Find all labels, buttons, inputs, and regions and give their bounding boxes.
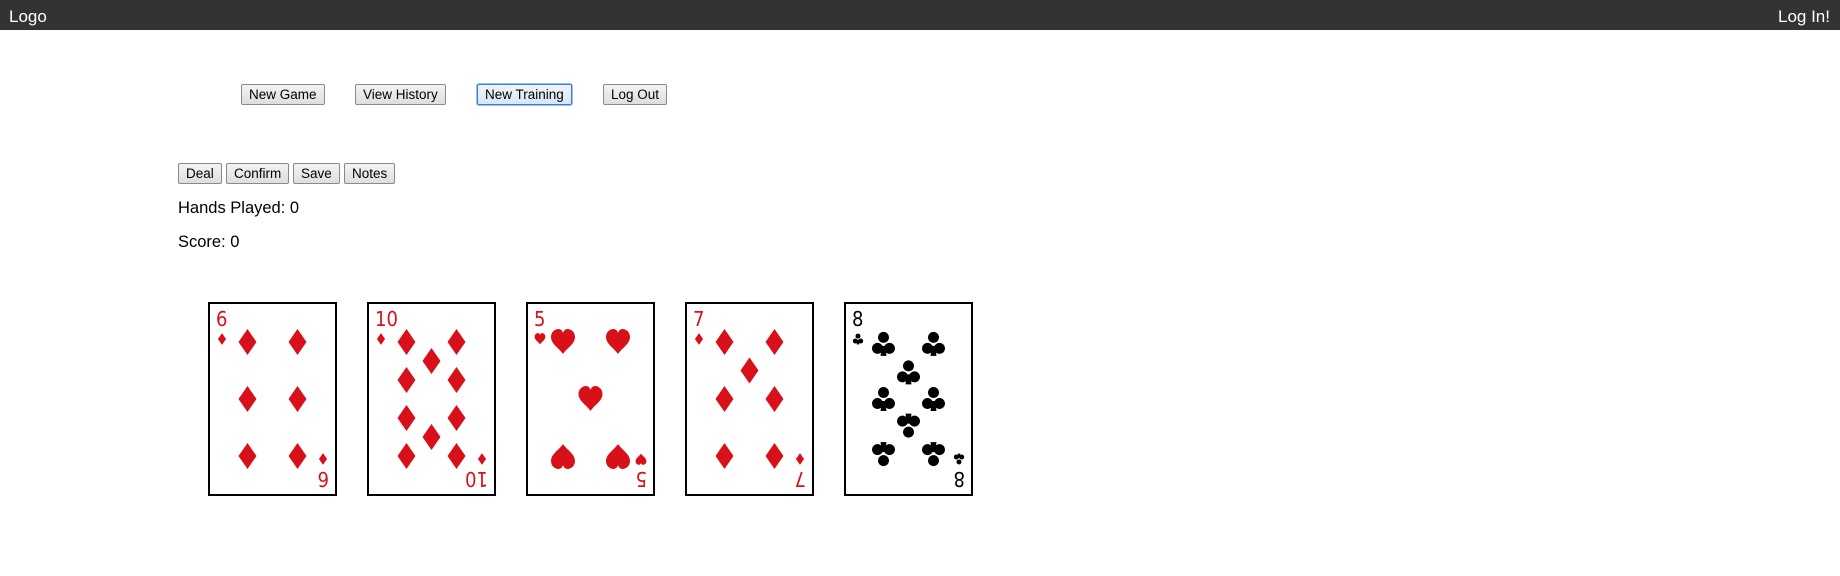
hands-played-text: Hands Played: 0 [178,199,300,217]
diamonds-icon [477,453,487,465]
clubs-pip-icon [872,442,896,467]
diamonds-pip-icon [765,386,784,412]
card-rank-label: 7 [795,467,806,491]
diamonds-pip-icon [422,424,441,450]
new-game-button[interactable]: New Game [241,84,325,105]
clubs-icon [953,453,965,465]
diamonds-icon [694,333,704,345]
card-face: 66 [216,307,329,491]
clubs-pip-icon [897,413,921,438]
diamonds-pip-icon [238,443,257,469]
card-rank-label: 6 [216,307,227,331]
card-face: 10 10 [375,307,488,491]
score-text: Score: 0 [178,233,240,251]
card-rank-label: 6 [318,467,329,491]
diamonds-pip-icon [288,329,307,355]
card-rank-label: 7 [693,307,704,331]
diamonds-pip-icon [740,357,759,384]
diamonds-pip-icon [715,386,734,412]
playing-card[interactable]: 55 [526,302,655,496]
clubs-pip-icon [921,331,945,356]
playing-card[interactable]: 66 [208,302,337,496]
diamonds-pip-icon [397,367,416,393]
hearts-pip-icon [551,444,575,469]
diamonds-pip-icon [447,405,466,431]
playing-card[interactable]: 88 [844,302,973,496]
diamonds-pip-icon [238,329,257,355]
diamonds-pip-icon [715,443,734,469]
diamonds-pip-icon [288,443,307,469]
deal-button[interactable]: Deal [178,163,222,184]
clubs-pip-icon [871,331,895,356]
playing-card[interactable]: 77 [685,302,814,496]
logo-link[interactable]: Logo [9,7,47,27]
diamonds-pip-icon [447,443,466,469]
diamonds-icon [318,453,328,465]
card-face: 55 [534,307,647,491]
diamonds-pip-icon [715,329,734,355]
card-face: 77 [693,307,806,491]
save-button[interactable]: Save [293,163,340,184]
diamonds-pip-icon [397,443,416,469]
hearts-pip-icon [606,329,630,354]
diamonds-pip-icon [397,329,416,355]
clubs-icon [852,333,864,345]
hearts-pip-icon [551,329,575,354]
diamonds-pip-icon [397,405,416,431]
diamonds-pip-icon [765,443,784,469]
clubs-pip-icon [896,360,920,385]
hearts-pip-icon [578,386,603,411]
diamonds-pip-icon [447,329,466,355]
hearts-icon [534,333,546,345]
diamonds-pip-icon [238,386,257,412]
new-training-button[interactable]: New Training [477,84,572,105]
confirm-button[interactable]: Confirm [226,163,290,184]
playing-card[interactable]: 10 10 [367,302,496,496]
card-rank-label: 10 [465,467,488,491]
notes-button[interactable]: Notes [344,163,396,184]
top-nav-bar: Logo Log In! [0,0,1840,30]
card-rank-label: 10 [375,307,398,331]
view-history-button[interactable]: View History [355,84,446,105]
clubs-pip-icon [871,387,895,411]
card-rank-label: 8 [852,307,863,331]
card-rank-label: 5 [534,307,545,331]
card-rank-label: 5 [636,467,647,491]
diamonds-pip-icon [447,367,466,393]
diamonds-pip-icon [288,386,307,412]
hearts-icon [635,453,647,465]
diamonds-icon [376,333,386,345]
card-face: 88 [852,307,965,491]
diamonds-pip-icon [422,348,441,374]
diamonds-pip-icon [765,329,784,355]
clubs-pip-icon [922,442,946,467]
card-rank-label: 8 [954,467,965,491]
log-out-button[interactable]: Log Out [603,84,668,105]
hearts-pip-icon [606,444,630,469]
login-link[interactable]: Log In! [1778,7,1830,27]
diamonds-icon [217,333,227,345]
clubs-pip-icon [921,387,945,411]
diamonds-icon [795,453,805,465]
